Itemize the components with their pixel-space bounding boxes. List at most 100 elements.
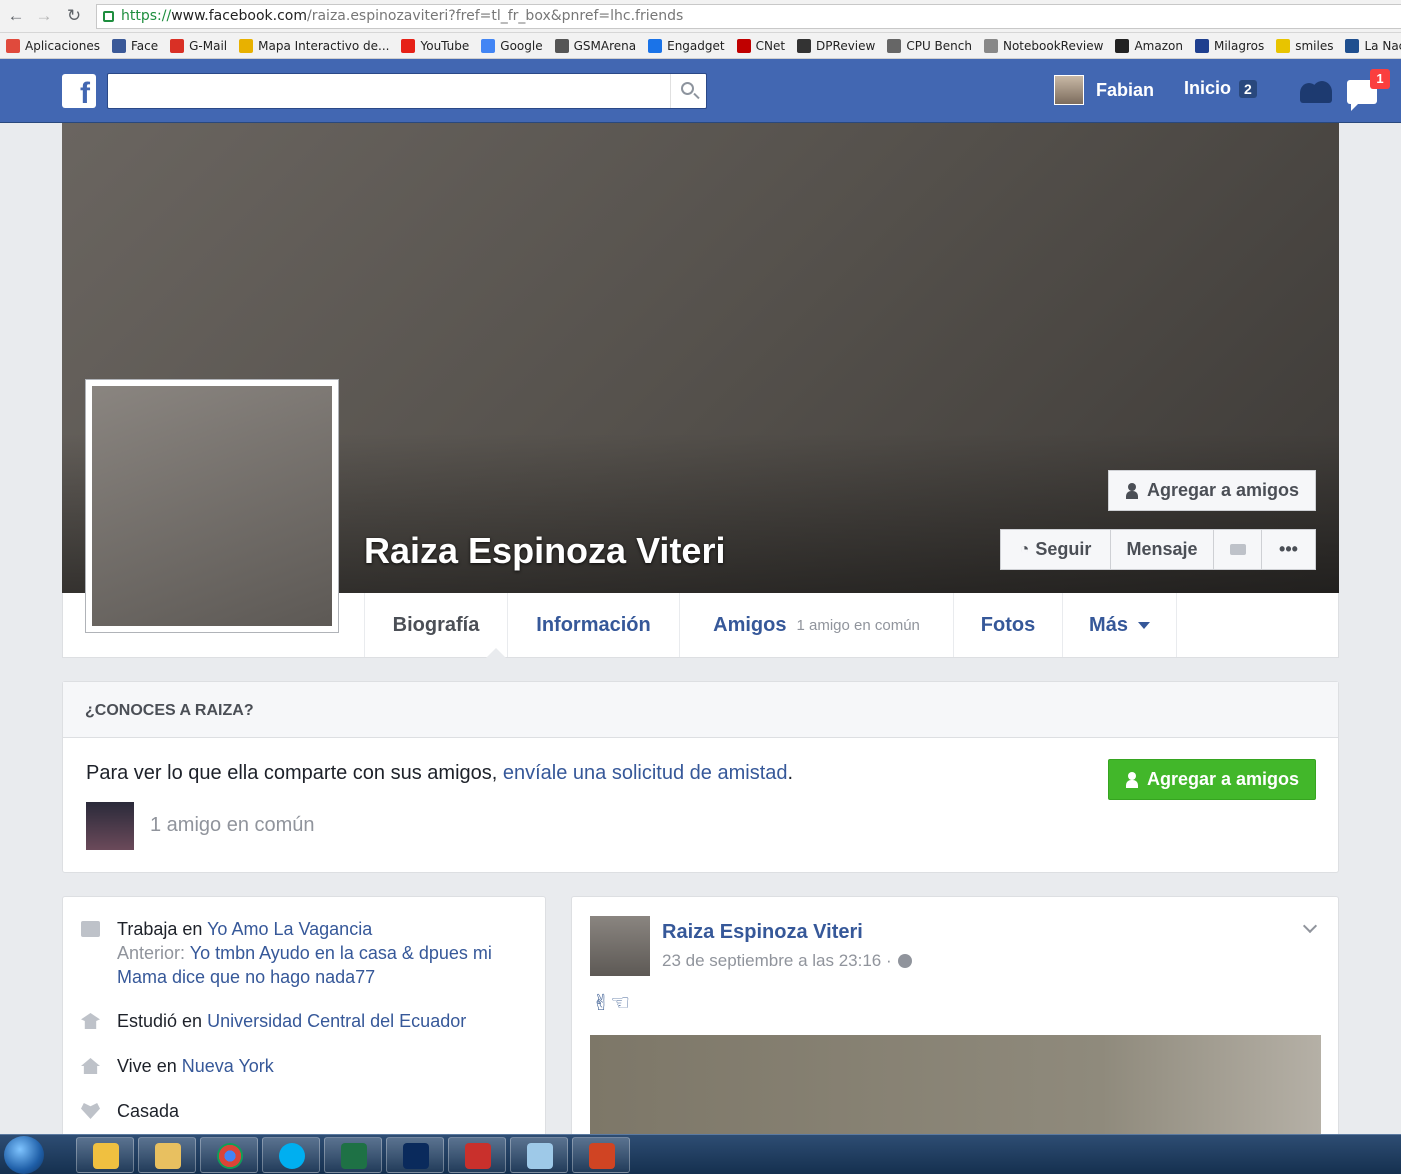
post-timestamp[interactable]: 23 de septiembre a las 23:16 · bbox=[662, 951, 912, 971]
bookmark-item[interactable]: DPReview bbox=[797, 38, 875, 53]
bookmark-label: NotebookReview bbox=[1002, 38, 1104, 53]
search-button[interactable] bbox=[670, 74, 706, 108]
chrome-icon[interactable] bbox=[200, 1137, 258, 1173]
facebook-logo-icon[interactable]: f bbox=[62, 74, 96, 108]
more-dots-icon: ••• bbox=[1279, 539, 1298, 559]
school-link[interactable]: Universidad Central del Ecuador bbox=[207, 1011, 466, 1031]
bookmark-item[interactable]: La Nación bbox=[1345, 38, 1401, 53]
profile-link[interactable]: Fabian bbox=[1054, 75, 1154, 105]
windows-start-icon[interactable] bbox=[4, 1136, 44, 1174]
bookmark-label: Aplicaciones bbox=[25, 38, 100, 53]
bookmark-label: Face bbox=[130, 38, 159, 53]
city-link[interactable]: Nueva York bbox=[182, 1056, 274, 1076]
bookmark-label: YouTube bbox=[420, 38, 470, 53]
home-link[interactable]: Inicio 2 bbox=[1184, 78, 1257, 99]
tab-amigos[interactable]: Amigos 1 amigo en común bbox=[679, 593, 953, 657]
location-row: Vive en Nueva York bbox=[81, 1054, 274, 1078]
add-friend-button[interactable]: Agregar a amigos bbox=[1108, 759, 1316, 800]
tab-fotos[interactable]: Fotos bbox=[953, 593, 1062, 657]
powerpoint-icon[interactable] bbox=[572, 1137, 630, 1173]
work-row: Trabaja en Yo Amo La Vagancia Anterior: … bbox=[81, 917, 497, 989]
tab-informacion[interactable]: Información bbox=[507, 593, 679, 657]
browser-address-bar: ← → ↻ https://www.facebook.com/raiza.esp… bbox=[0, 0, 1401, 33]
follow-button[interactable]: ◔ Seguir bbox=[1001, 530, 1111, 569]
outlook-icon[interactable] bbox=[76, 1137, 134, 1173]
url-path: /raiza.espinozaviteri?fref=tl_fr_box&pnr… bbox=[307, 8, 684, 24]
notes-app-icon[interactable] bbox=[510, 1137, 568, 1173]
rss-icon: ◔ bbox=[1019, 540, 1030, 558]
bookmark-label: CPU Bench bbox=[906, 38, 972, 53]
timeline-post: Raiza Espinoza Viteri 23 de septiembre a… bbox=[571, 896, 1339, 1156]
mutual-friend-avatar[interactable] bbox=[86, 802, 134, 850]
photoshop-icon[interactable] bbox=[386, 1137, 444, 1173]
more-options-button[interactable]: ••• bbox=[1262, 530, 1315, 569]
search-input[interactable] bbox=[107, 73, 707, 109]
map-pin-icon bbox=[239, 38, 254, 53]
profile-name[interactable]: Raiza Espinoza Viteri bbox=[364, 530, 725, 572]
send-request-link[interactable]: envíale una solicitud de amistad bbox=[503, 762, 788, 784]
avatar bbox=[1054, 75, 1084, 105]
engadget-icon bbox=[648, 38, 663, 53]
forward-arrow-icon[interactable]: → bbox=[34, 6, 54, 26]
back-arrow-icon[interactable]: ← bbox=[6, 6, 26, 26]
bookmark-item[interactable]: NotebookReview bbox=[983, 38, 1104, 53]
profile-picture[interactable] bbox=[85, 379, 339, 633]
reload-icon[interactable]: ↻ bbox=[64, 6, 84, 26]
windows-taskbar bbox=[0, 1134, 1401, 1174]
file-explorer-icon[interactable] bbox=[138, 1137, 196, 1173]
bookmark-item[interactable]: G-Mail bbox=[170, 38, 227, 53]
notebookreview-icon bbox=[983, 38, 998, 53]
bookmark-item[interactable]: Amazon bbox=[1115, 38, 1183, 53]
bookmark-item[interactable]: Mapa Interactivo de... bbox=[239, 38, 390, 53]
bookmark-item[interactable]: Aplicaciones bbox=[6, 38, 100, 53]
search-icon bbox=[681, 82, 694, 95]
bookmark-item[interactable]: Face bbox=[111, 38, 159, 53]
bookmark-item[interactable]: GSMArena bbox=[554, 38, 637, 53]
know-person-box: ¿CONOCES A RAIZA? Para ver lo que ella c… bbox=[62, 681, 1339, 873]
add-person-icon bbox=[1125, 482, 1139, 499]
home-count-badge: 2 bbox=[1239, 79, 1257, 98]
add-friend-cover-button[interactable]: Agregar a amigos bbox=[1108, 470, 1316, 511]
work-link[interactable]: Yo Amo La Vagancia bbox=[207, 919, 372, 939]
bookmark-label: GSMArena bbox=[573, 38, 637, 53]
know-text: Para ver lo que ella comparte con sus am… bbox=[86, 762, 794, 784]
post-author-avatar[interactable] bbox=[590, 916, 650, 976]
skype-icon[interactable] bbox=[262, 1137, 320, 1173]
facebook-icon bbox=[111, 38, 126, 53]
bookmark-item[interactable]: YouTube bbox=[401, 38, 470, 53]
video-camera-icon bbox=[1229, 544, 1246, 555]
chevron-down-icon bbox=[1137, 621, 1150, 635]
bookmark-item[interactable]: smiles bbox=[1276, 38, 1333, 53]
heart-icon bbox=[81, 1103, 100, 1119]
friend-requests-icon[interactable] bbox=[1298, 77, 1332, 105]
intro-card: Trabaja en Yo Amo La Vagancia Anterior: … bbox=[62, 896, 546, 1156]
post-text: ✌☜ bbox=[592, 991, 631, 1016]
education-row: Estudió en Universidad Central del Ecuad… bbox=[81, 1009, 466, 1033]
message-label: Mensaje bbox=[1126, 539, 1198, 559]
tab-mas[interactable]: Más bbox=[1062, 593, 1177, 657]
bookmark-item[interactable]: CNet bbox=[736, 38, 786, 53]
excel-icon[interactable] bbox=[324, 1137, 382, 1173]
bookmark-item[interactable]: Engadget bbox=[648, 38, 725, 53]
url-field[interactable]: https://www.facebook.com/raiza.espinozav… bbox=[96, 4, 1401, 29]
bookmark-item[interactable]: Milagros bbox=[1194, 38, 1264, 53]
media-app-icon[interactable] bbox=[448, 1137, 506, 1173]
facebook-top-bar: f Fabian Inicio 2 bbox=[0, 59, 1401, 123]
message-button[interactable]: Mensaje bbox=[1111, 530, 1214, 569]
video-call-button[interactable] bbox=[1214, 530, 1262, 569]
mutual-friends-text[interactable]: 1 amigo en común bbox=[150, 814, 315, 837]
mutual-friends-count: 1 amigo en común bbox=[796, 616, 920, 634]
url-host: www.facebook.com bbox=[171, 8, 307, 24]
amazon-icon bbox=[1115, 38, 1130, 53]
notification-badge: 1 bbox=[1370, 69, 1390, 89]
post-options-chevron-icon[interactable] bbox=[1302, 918, 1318, 934]
milagros-icon bbox=[1194, 38, 1209, 53]
user-name: Fabian bbox=[1096, 79, 1155, 100]
bookmark-item[interactable]: Google bbox=[481, 38, 543, 53]
bookmark-label: CNet bbox=[755, 38, 786, 53]
post-author-name[interactable]: Raiza Espinoza Viteri bbox=[662, 921, 863, 944]
bookmark-label: Mapa Interactivo de... bbox=[258, 38, 390, 53]
bookmark-label: La Nación bbox=[1364, 38, 1401, 53]
bookmark-item[interactable]: CPU Bench bbox=[887, 38, 972, 53]
add-friend-label: Agregar a amigos bbox=[1146, 480, 1300, 500]
